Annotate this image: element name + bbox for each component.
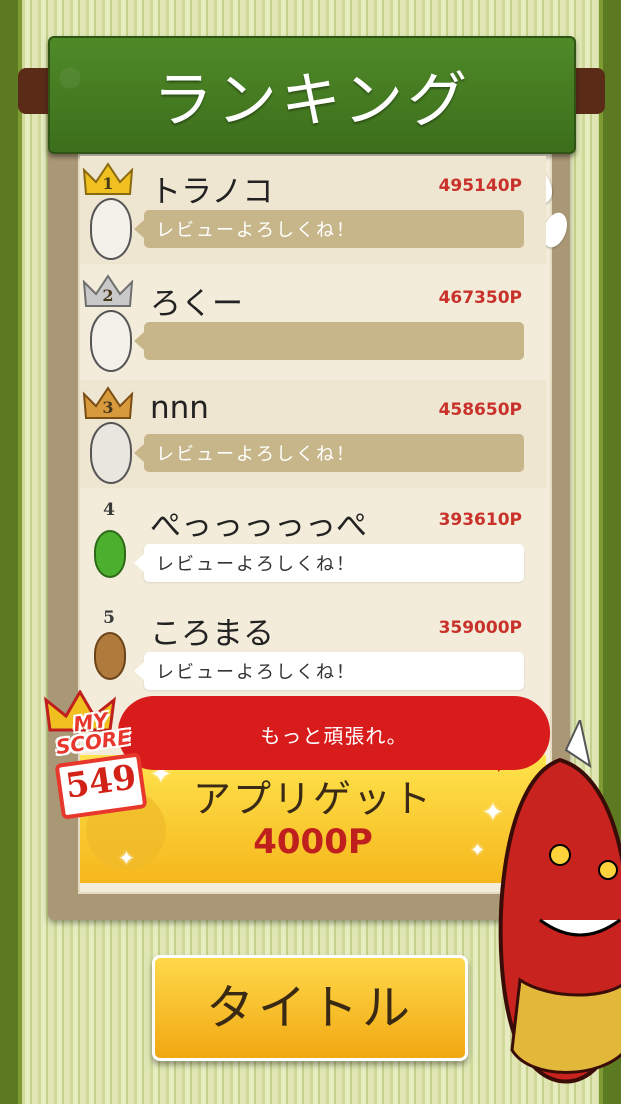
sparkle-icon: ✦ [470,840,486,861]
title-button[interactable]: タイトル [152,955,468,1061]
avatar-brown-rice [94,632,126,680]
ranking-header: ランキング [48,36,576,154]
player-score: 393610P [438,510,522,530]
ranking-row: 1 トラノコ 495140P レビューよろしくね！ [80,156,546,264]
ranking-row: 3 nnn 458650P レビューよろしくね！ [80,380,546,488]
player-score: 458650P [438,400,522,420]
oni-mascot-icon [498,720,621,1084]
player-comment: レビューよろしくね！ [134,210,524,248]
avatar-calico-rice [90,422,132,484]
player-comment: レビューよろしくね！ [134,652,524,690]
player-comment [134,322,524,360]
avatar-green-bean [94,530,126,578]
encouragement-message: もっと頑張れ。 [260,724,408,748]
player-comment: レビューよろしくね！ [134,434,524,472]
player-score: 359000P [438,618,522,638]
rank-number: 3 [102,398,114,417]
player-name: nnn [150,390,209,426]
player-comment: レビューよろしくね！ [134,544,524,582]
ranking-row: 4 ぺっっっっっぺ 393610P レビューよろしくね！ [80,490,546,598]
player-name: ころまる [150,616,274,652]
avatar-rice-face [90,198,132,260]
player-name: ろくー [150,286,243,322]
ranking-row: 2 ろくー 467350P [80,268,546,376]
player-name: トラノコ [150,174,274,210]
player-score: 467350P [438,288,522,308]
avatar-rice-face [90,310,132,372]
page-title: ランキング [152,66,472,136]
player-score: 495140P [438,176,522,196]
rank-number: 2 [102,286,114,305]
sparkle-icon: ✦ [118,846,135,870]
rank-number: 4 [103,500,115,520]
rank-number: 5 [103,608,115,628]
tatami-border-left [0,0,22,1104]
player-name: ぺっっっっっぺ [150,508,367,544]
rank-number: 1 [102,174,114,193]
